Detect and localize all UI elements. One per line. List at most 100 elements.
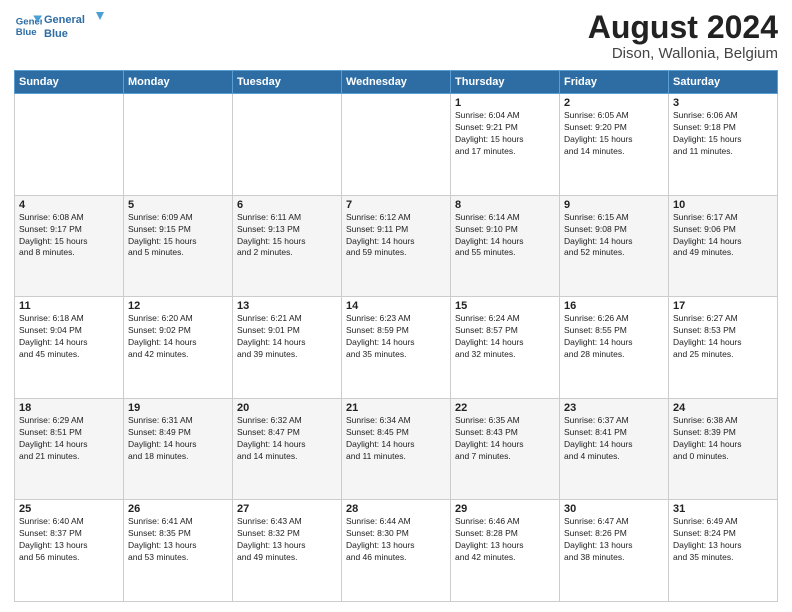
day-info-10: Sunrise: 6:17 AM Sunset: 9:06 PM Dayligh… (673, 212, 773, 260)
day-info-30: Sunrise: 6:47 AM Sunset: 8:26 PM Dayligh… (564, 516, 664, 564)
day-num-6: 6 (237, 199, 337, 211)
day-num-30: 30 (564, 503, 664, 515)
col-saturday: Saturday (669, 71, 778, 94)
day-info-13: Sunrise: 6:21 AM Sunset: 9:01 PM Dayligh… (237, 313, 337, 361)
cell-w3-d6: 24Sunrise: 6:38 AM Sunset: 8:39 PM Dayli… (669, 398, 778, 500)
logo-line1: General (44, 14, 85, 26)
header: General Blue General Blue August 2024 Di… (14, 10, 778, 62)
day-num-1: 1 (455, 97, 555, 109)
day-info-16: Sunrise: 6:26 AM Sunset: 8:55 PM Dayligh… (564, 313, 664, 361)
day-num-22: 22 (455, 402, 555, 414)
cell-w0-d1 (124, 94, 233, 196)
calendar-title: August 2024 (588, 10, 778, 45)
cell-w3-d5: 23Sunrise: 6:37 AM Sunset: 8:41 PM Dayli… (560, 398, 669, 500)
day-num-16: 16 (564, 300, 664, 312)
col-thursday: Thursday (451, 71, 560, 94)
calendar-body: 1Sunrise: 6:04 AM Sunset: 9:21 PM Daylig… (15, 94, 778, 602)
day-info-23: Sunrise: 6:37 AM Sunset: 8:41 PM Dayligh… (564, 415, 664, 463)
cell-w4-d3: 28Sunrise: 6:44 AM Sunset: 8:30 PM Dayli… (342, 500, 451, 602)
day-info-14: Sunrise: 6:23 AM Sunset: 8:59 PM Dayligh… (346, 313, 446, 361)
calendar-table: Sunday Monday Tuesday Wednesday Thursday… (14, 70, 778, 602)
day-info-31: Sunrise: 6:49 AM Sunset: 8:24 PM Dayligh… (673, 516, 773, 564)
day-info-1: Sunrise: 6:04 AM Sunset: 9:21 PM Dayligh… (455, 110, 555, 158)
cell-w2-d6: 17Sunrise: 6:27 AM Sunset: 8:53 PM Dayli… (669, 297, 778, 399)
calendar-subtitle: Dison, Wallonia, Belgium (588, 45, 778, 62)
day-info-20: Sunrise: 6:32 AM Sunset: 8:47 PM Dayligh… (237, 415, 337, 463)
day-num-10: 10 (673, 199, 773, 211)
day-num-8: 8 (455, 199, 555, 211)
cell-w1-d4: 8Sunrise: 6:14 AM Sunset: 9:10 PM Daylig… (451, 195, 560, 297)
day-info-4: Sunrise: 6:08 AM Sunset: 9:17 PM Dayligh… (19, 212, 119, 260)
cell-w4-d5: 30Sunrise: 6:47 AM Sunset: 8:26 PM Dayli… (560, 500, 669, 602)
title-block: August 2024 Dison, Wallonia, Belgium (588, 10, 778, 62)
cell-w0-d4: 1Sunrise: 6:04 AM Sunset: 9:21 PM Daylig… (451, 94, 560, 196)
col-wednesday: Wednesday (342, 71, 451, 94)
cell-w3-d0: 18Sunrise: 6:29 AM Sunset: 8:51 PM Dayli… (15, 398, 124, 500)
cell-w3-d1: 19Sunrise: 6:31 AM Sunset: 8:49 PM Dayli… (124, 398, 233, 500)
cell-w2-d1: 12Sunrise: 6:20 AM Sunset: 9:02 PM Dayli… (124, 297, 233, 399)
day-num-25: 25 (19, 503, 119, 515)
logo-line2: Blue (44, 28, 68, 40)
day-info-2: Sunrise: 6:05 AM Sunset: 9:20 PM Dayligh… (564, 110, 664, 158)
day-info-15: Sunrise: 6:24 AM Sunset: 8:57 PM Dayligh… (455, 313, 555, 361)
week-row-2: 11Sunrise: 6:18 AM Sunset: 9:04 PM Dayli… (15, 297, 778, 399)
cell-w2-d2: 13Sunrise: 6:21 AM Sunset: 9:01 PM Dayli… (233, 297, 342, 399)
col-monday: Monday (124, 71, 233, 94)
cell-w4-d0: 25Sunrise: 6:40 AM Sunset: 8:37 PM Dayli… (15, 500, 124, 602)
week-row-1: 4Sunrise: 6:08 AM Sunset: 9:17 PM Daylig… (15, 195, 778, 297)
cell-w2-d0: 11Sunrise: 6:18 AM Sunset: 9:04 PM Dayli… (15, 297, 124, 399)
day-info-19: Sunrise: 6:31 AM Sunset: 8:49 PM Dayligh… (128, 415, 228, 463)
day-num-19: 19 (128, 402, 228, 414)
day-num-13: 13 (237, 300, 337, 312)
day-num-31: 31 (673, 503, 773, 515)
day-info-21: Sunrise: 6:34 AM Sunset: 8:45 PM Dayligh… (346, 415, 446, 463)
day-info-7: Sunrise: 6:12 AM Sunset: 9:11 PM Dayligh… (346, 212, 446, 260)
col-friday: Friday (560, 71, 669, 94)
day-info-17: Sunrise: 6:27 AM Sunset: 8:53 PM Dayligh… (673, 313, 773, 361)
calendar-header: Sunday Monday Tuesday Wednesday Thursday… (15, 71, 778, 94)
logo-icon: General Blue (14, 12, 42, 40)
col-tuesday: Tuesday (233, 71, 342, 94)
cell-w3-d4: 22Sunrise: 6:35 AM Sunset: 8:43 PM Dayli… (451, 398, 560, 500)
day-info-29: Sunrise: 6:46 AM Sunset: 8:28 PM Dayligh… (455, 516, 555, 564)
day-info-11: Sunrise: 6:18 AM Sunset: 9:04 PM Dayligh… (19, 313, 119, 361)
day-info-12: Sunrise: 6:20 AM Sunset: 9:02 PM Dayligh… (128, 313, 228, 361)
day-num-5: 5 (128, 199, 228, 211)
cell-w2-d5: 16Sunrise: 6:26 AM Sunset: 8:55 PM Dayli… (560, 297, 669, 399)
day-info-8: Sunrise: 6:14 AM Sunset: 9:10 PM Dayligh… (455, 212, 555, 260)
cell-w0-d3 (342, 94, 451, 196)
cell-w2-d3: 14Sunrise: 6:23 AM Sunset: 8:59 PM Dayli… (342, 297, 451, 399)
day-num-17: 17 (673, 300, 773, 312)
cell-w1-d5: 9Sunrise: 6:15 AM Sunset: 9:08 PM Daylig… (560, 195, 669, 297)
day-num-15: 15 (455, 300, 555, 312)
day-num-29: 29 (455, 503, 555, 515)
day-info-22: Sunrise: 6:35 AM Sunset: 8:43 PM Dayligh… (455, 415, 555, 463)
day-info-28: Sunrise: 6:44 AM Sunset: 8:30 PM Dayligh… (346, 516, 446, 564)
day-num-20: 20 (237, 402, 337, 414)
day-num-11: 11 (19, 300, 119, 312)
day-num-14: 14 (346, 300, 446, 312)
cell-w1-d0: 4Sunrise: 6:08 AM Sunset: 9:17 PM Daylig… (15, 195, 124, 297)
day-info-5: Sunrise: 6:09 AM Sunset: 9:15 PM Dayligh… (128, 212, 228, 260)
day-num-28: 28 (346, 503, 446, 515)
logo: General Blue General Blue (14, 10, 104, 42)
cell-w3-d3: 21Sunrise: 6:34 AM Sunset: 8:45 PM Dayli… (342, 398, 451, 500)
day-num-4: 4 (19, 199, 119, 211)
cell-w3-d2: 20Sunrise: 6:32 AM Sunset: 8:47 PM Dayli… (233, 398, 342, 500)
cell-w0-d5: 2Sunrise: 6:05 AM Sunset: 9:20 PM Daylig… (560, 94, 669, 196)
day-info-27: Sunrise: 6:43 AM Sunset: 8:32 PM Dayligh… (237, 516, 337, 564)
day-num-7: 7 (346, 199, 446, 211)
day-num-24: 24 (673, 402, 773, 414)
cell-w1-d2: 6Sunrise: 6:11 AM Sunset: 9:13 PM Daylig… (233, 195, 342, 297)
day-num-3: 3 (673, 97, 773, 109)
cell-w0-d6: 3Sunrise: 6:06 AM Sunset: 9:18 PM Daylig… (669, 94, 778, 196)
logo-svg: General Blue (44, 10, 104, 42)
day-num-26: 26 (128, 503, 228, 515)
cell-w1-d3: 7Sunrise: 6:12 AM Sunset: 9:11 PM Daylig… (342, 195, 451, 297)
cell-w1-d6: 10Sunrise: 6:17 AM Sunset: 9:06 PM Dayli… (669, 195, 778, 297)
day-info-6: Sunrise: 6:11 AM Sunset: 9:13 PM Dayligh… (237, 212, 337, 260)
day-info-9: Sunrise: 6:15 AM Sunset: 9:08 PM Dayligh… (564, 212, 664, 260)
week-row-3: 18Sunrise: 6:29 AM Sunset: 8:51 PM Dayli… (15, 398, 778, 500)
col-sunday: Sunday (15, 71, 124, 94)
day-num-23: 23 (564, 402, 664, 414)
